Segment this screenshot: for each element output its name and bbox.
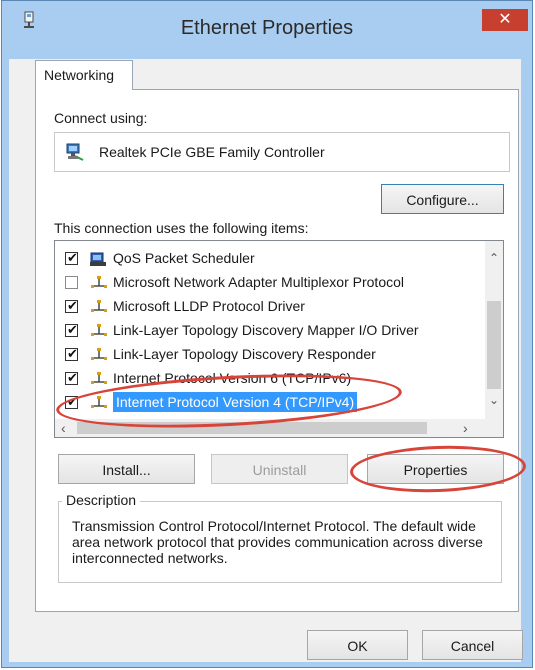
item-label: Link-Layer Topology Discovery Mapper I/O…: [113, 322, 419, 338]
adapter-name: Realtek PCIe GBE Family Controller: [99, 144, 325, 160]
ok-button[interactable]: OK: [307, 630, 408, 660]
description-legend: Description: [62, 492, 141, 508]
window-title: Ethernet Properties: [180, 17, 354, 39]
network-protocol-icon: [91, 372, 107, 384]
item-checkbox[interactable]: [65, 276, 78, 289]
item-label: Microsoft LLDP Protocol Driver: [113, 298, 305, 314]
list-item[interactable]: ✔ Microsoft LLDP Protocol Driver: [55, 295, 485, 319]
list-item[interactable]: ✔ Link-Layer Topology Discovery Responde…: [55, 343, 485, 367]
close-icon: ✕: [498, 11, 512, 28]
network-protocol-icon: [91, 300, 107, 312]
item-checkbox[interactable]: ✔: [65, 370, 78, 385]
scroll-down-icon[interactable]: ⌄: [485, 393, 503, 407]
vertical-scroll-thumb[interactable]: [487, 301, 501, 389]
list-item[interactable]: ✔ Link-Layer Topology Discovery Mapper I…: [55, 319, 485, 343]
description-text: Transmission Control Protocol/Internet P…: [72, 518, 483, 566]
network-protocol-icon: [91, 324, 107, 336]
connect-using-label: Connect using:: [54, 110, 148, 126]
list-item[interactable]: ✔ QoS Packet Scheduler: [55, 247, 485, 271]
network-protocol-icon: [91, 276, 107, 288]
items-label: This connection uses the following items…: [54, 220, 309, 236]
cancel-button[interactable]: Cancel: [422, 630, 523, 660]
item-label: Microsoft Network Adapter Multiplexor Pr…: [113, 274, 404, 290]
uninstall-button[interactable]: Uninstall: [211, 454, 348, 484]
scroll-left-icon[interactable]: ‹: [61, 419, 66, 437]
item-checkbox[interactable]: ✔: [65, 346, 78, 361]
scroll-up-icon[interactable]: ⌃: [485, 251, 503, 265]
list-item[interactable]: Microsoft Network Adapter Multiplexor Pr…: [55, 271, 485, 295]
network-protocol-icon: [91, 348, 107, 360]
install-button[interactable]: Install...: [58, 454, 195, 484]
vertical-scrollbar[interactable]: ⌃ ⌄: [485, 241, 503, 419]
network-adapter-icon: [66, 143, 84, 161]
tab-networking[interactable]: Networking: [35, 60, 133, 90]
item-checkbox[interactable]: ✔: [65, 250, 78, 265]
configure-button[interactable]: Configure...: [381, 184, 504, 214]
item-checkbox[interactable]: ✔: [65, 298, 78, 313]
scroll-right-icon[interactable]: ›: [463, 419, 468, 437]
title-bar[interactable]: Ethernet Properties ✕: [2, 1, 532, 39]
item-label: QoS Packet Scheduler: [113, 250, 255, 266]
adapter-box: Realtek PCIe GBE Family Controller: [54, 132, 510, 172]
qos-scheduler-icon: [90, 252, 106, 266]
item-label: Link-Layer Topology Discovery Responder: [113, 346, 376, 362]
item-checkbox[interactable]: ✔: [65, 322, 78, 337]
close-button[interactable]: ✕: [482, 9, 528, 31]
